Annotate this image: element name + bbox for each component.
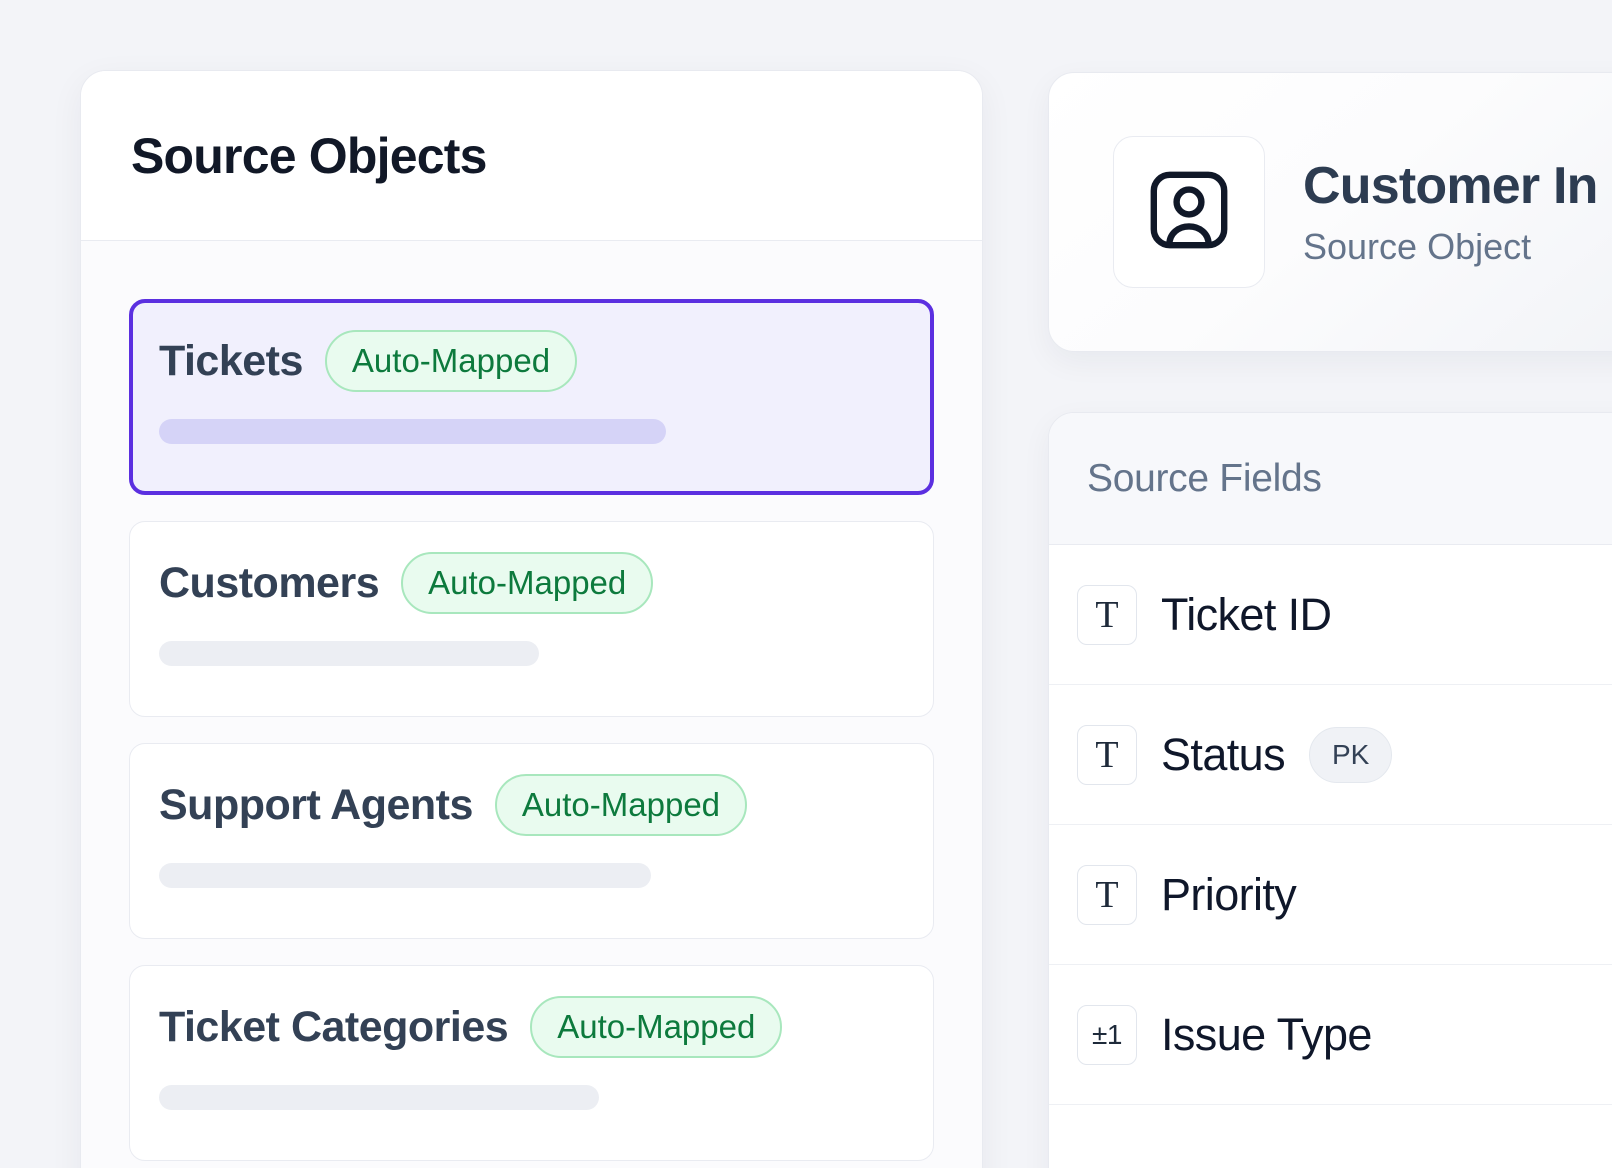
field-row[interactable]: T Status PK <box>1049 685 1612 825</box>
field-name: Ticket ID <box>1161 588 1332 640</box>
detail-header-subtitle: Source Object <box>1303 226 1532 267</box>
card-header-row: Tickets Auto-Mapped <box>159 330 905 392</box>
card-header-row: Support Agents Auto-Mapped <box>159 774 905 836</box>
source-objects-list: Tickets Auto-Mapped Customers Auto-Mappe… <box>81 241 982 1168</box>
status-badge: Auto-Mapped <box>494 774 748 836</box>
field-type-glyph: T <box>1095 593 1119 636</box>
source-object-name: Support Agents <box>159 780 473 829</box>
card-header-row: Ticket Categories Auto-Mapped <box>159 996 905 1058</box>
text-type-icon: T <box>1077 864 1137 925</box>
field-name: Status <box>1161 728 1286 780</box>
source-object-name: Ticket Categories <box>159 1002 509 1051</box>
status-badge: Auto-Mapped <box>401 552 654 614</box>
detail-header-text: Customer In Source Object <box>1303 156 1598 268</box>
source-object-card-support-agents[interactable]: Support Agents Auto-Mapped <box>129 743 934 939</box>
status-badge: Auto-Mapped <box>324 330 578 392</box>
source-fields-title: Source Fields <box>1087 456 1322 500</box>
contact-card-icon <box>1141 162 1237 263</box>
source-objects-header: Source Objects <box>81 71 982 241</box>
source-object-name: Customers <box>159 558 380 607</box>
source-object-name: Tickets <box>159 336 303 385</box>
text-type-icon: T <box>1077 724 1137 785</box>
page-title: Source Objects <box>131 127 487 184</box>
skeleton-placeholder <box>159 863 652 888</box>
skeleton-placeholder <box>159 1085 600 1110</box>
field-row[interactable]: T Ticket ID <box>1049 545 1612 685</box>
source-objects-panel: Source Objects Tickets Auto-Mapped Custo… <box>80 70 983 1168</box>
source-object-card-ticket-categories[interactable]: Ticket Categories Auto-Mapped <box>129 965 934 1161</box>
source-object-card-tickets[interactable]: Tickets Auto-Mapped <box>129 299 934 495</box>
field-name: Issue Type <box>1161 1008 1372 1060</box>
text-type-icon: T <box>1077 584 1137 645</box>
source-object-detail-header: Customer In Source Object <box>1048 72 1612 352</box>
skeleton-placeholder <box>159 641 540 666</box>
skeleton-placeholder <box>159 419 667 444</box>
source-fields-panel: Source Fields T Ticket ID T Status PK T … <box>1048 412 1612 1168</box>
object-icon-tile <box>1113 136 1265 288</box>
card-header-row: Customers Auto-Mapped <box>159 552 905 614</box>
app-canvas: Source Objects Tickets Auto-Mapped Custo… <box>0 0 1612 1168</box>
field-type-glyph: T <box>1095 873 1119 916</box>
number-type-icon: ±1 <box>1077 1004 1137 1065</box>
status-badge: Auto-Mapped <box>530 996 783 1058</box>
field-row[interactable]: ±1 Issue Type <box>1049 965 1612 1105</box>
source-object-card-customers[interactable]: Customers Auto-Mapped <box>129 521 934 717</box>
field-row[interactable] <box>1049 1105 1612 1168</box>
field-row[interactable]: T Priority <box>1049 825 1612 965</box>
source-fields-header: Source Fields <box>1049 413 1612 545</box>
primary-key-badge: PK <box>1308 726 1393 783</box>
field-name: Priority <box>1161 868 1297 920</box>
detail-header-title: Customer In <box>1303 157 1598 215</box>
field-type-glyph: ±1 <box>1092 1018 1122 1050</box>
field-type-glyph: T <box>1095 733 1119 776</box>
